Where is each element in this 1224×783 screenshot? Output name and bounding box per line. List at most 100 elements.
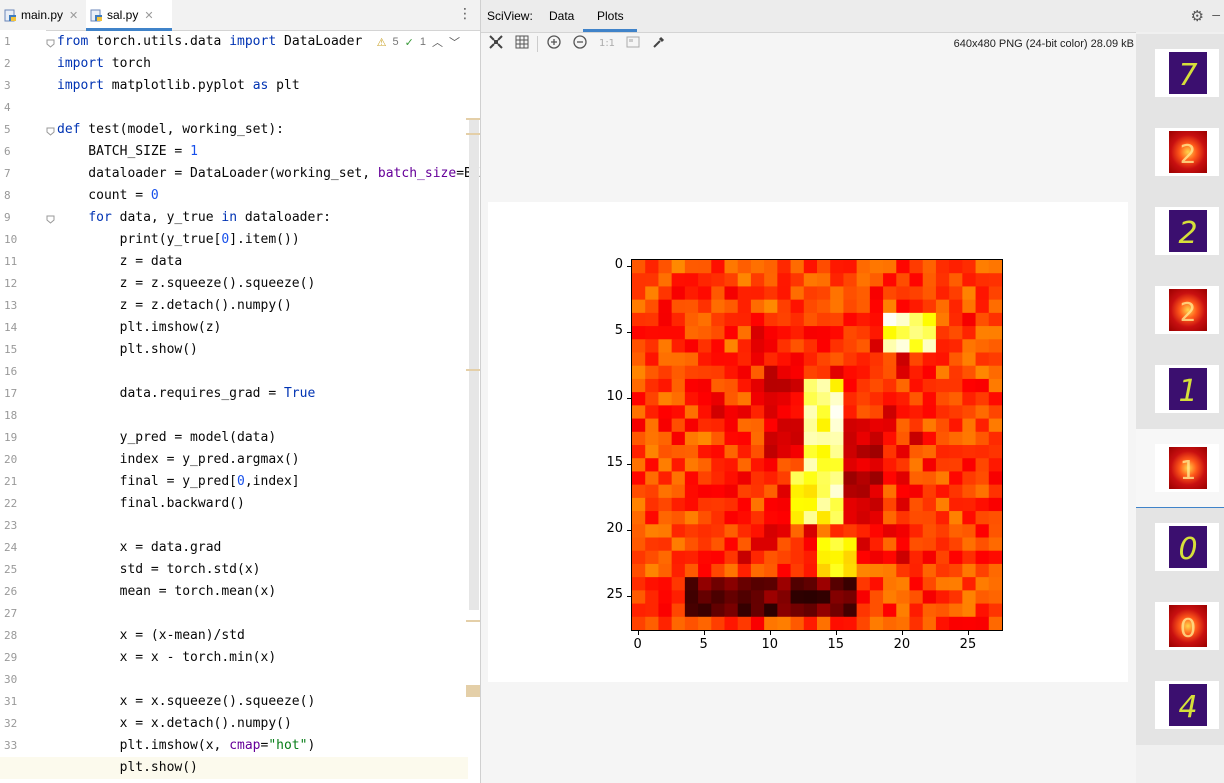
plot-thumbnail[interactable]: 2 [1136, 113, 1224, 192]
code-area[interactable]: from torch.utils.data import DataLoader i… [57, 30, 480, 783]
heatmap-cell [909, 537, 924, 552]
fold-marker-icon[interactable] [46, 125, 55, 136]
fold-marker-icon[interactable] [46, 37, 55, 48]
zoom-in-icon[interactable] [545, 35, 563, 53]
heatmap-cell [684, 365, 699, 380]
heatmap-cell [764, 365, 778, 380]
code-editor[interactable]: main.py ✕ sal.py ✕ ⋮ ⚠ 5 ✓ 1 ︿ ﹀ 1234567… [0, 0, 481, 783]
more-options-icon[interactable]: ⋮ [458, 6, 472, 22]
code-line[interactable]: print(y_true[0].item()) [57, 229, 300, 251]
code-line[interactable]: plt.show() [57, 757, 198, 779]
code-line[interactable]: z = z.squeeze().squeeze() [57, 273, 316, 295]
code-line[interactable]: dataloader = DataLoader(working_set, bat… [57, 163, 480, 185]
heatmap-cell [962, 550, 977, 565]
heatmap-cell [869, 260, 884, 274]
plot-thumbnail[interactable]: 1 [1136, 429, 1224, 510]
background-icon[interactable] [624, 35, 642, 53]
heatmap-cell [724, 418, 739, 433]
y-tick-mark [627, 529, 631, 531]
heatmap-cell [830, 431, 844, 446]
close-icon[interactable]: ✕ [144, 9, 153, 22]
code-line[interactable]: mean = torch.mean(x) [57, 581, 277, 603]
plot-thumbnail[interactable]: 2 [1136, 271, 1224, 350]
code-line[interactable]: index = y_pred.argmax() [57, 449, 300, 471]
plot-thumbnail[interactable]: 4 [1136, 666, 1224, 745]
code-line[interactable]: x = x - torch.min(x) [57, 647, 277, 669]
code-line[interactable]: plt.imshow(z) [57, 317, 222, 339]
minimize-icon[interactable]: – [1212, 6, 1220, 22]
heatmap-cell [777, 524, 792, 538]
plot-thumbnail[interactable]: 7 [1136, 34, 1224, 113]
heatmap-cell [962, 339, 977, 353]
heatmap-cell [658, 563, 673, 578]
heatmap-cell [909, 445, 924, 459]
code-line[interactable]: final = y_pred[0,index] [57, 471, 300, 493]
code-line[interactable]: z = z.detach().numpy() [57, 295, 292, 317]
heatmap-cell [830, 312, 844, 327]
code-line[interactable]: count = 0 [57, 185, 158, 207]
heatmap-cell [750, 577, 765, 591]
heatmap-cell [724, 312, 739, 327]
heatmap-cell [975, 484, 990, 499]
code-line[interactable]: def test(model, working_set): [57, 119, 284, 141]
heatmap-cell [922, 326, 937, 340]
code-line[interactable]: import torch [57, 53, 151, 75]
heatmap-cell [869, 511, 884, 525]
color-picker-icon[interactable] [650, 35, 668, 53]
gear-icon[interactable]: ⚙ [1191, 7, 1204, 25]
heatmap-cell [790, 312, 805, 327]
fit-screen-icon[interactable] [487, 35, 505, 53]
code-line[interactable]: std = torch.std(x) [57, 559, 261, 581]
heatmap-cell [658, 431, 673, 446]
zoom-out-icon[interactable] [571, 35, 589, 53]
vertical-scrollbar[interactable] [469, 120, 479, 610]
code-line[interactable]: BATCH_SIZE = 1 [57, 141, 198, 163]
heatmap-cell [909, 352, 924, 367]
heatmap-cell [962, 405, 977, 420]
heatmap-cell [632, 550, 646, 565]
heatmap-cell [856, 273, 871, 287]
heatmap-cell [645, 378, 659, 393]
code-line[interactable]: y_pred = model(data) [57, 427, 277, 449]
tab-sal-py[interactable]: sal.py ✕ [86, 0, 172, 31]
heatmap-cell [830, 326, 844, 340]
heatmap-cell [803, 286, 818, 301]
code-line[interactable]: z = data [57, 251, 183, 273]
actual-size-icon[interactable]: 1:1 [598, 35, 616, 53]
heatmap-cell [790, 577, 805, 591]
heatmap-cell [988, 418, 1002, 433]
tab-plots[interactable]: Plots [597, 9, 624, 23]
plot-thumbnail[interactable]: 2 [1136, 192, 1224, 271]
heatmap-cell [737, 537, 752, 552]
code-line[interactable]: data.requires_grad = True [57, 383, 316, 405]
plot-thumbnail[interactable]: 0 [1136, 587, 1224, 666]
heatmap-cell [658, 616, 673, 630]
code-line[interactable]: x = x.detach().numpy() [57, 713, 292, 735]
code-line[interactable]: plt.show() [57, 339, 198, 361]
code-line[interactable]: x = (x-mean)/std [57, 625, 245, 647]
plot-thumbnail[interactable]: 0 [1136, 508, 1224, 587]
code-line[interactable]: final.backward() [57, 493, 245, 515]
svg-text:1: 1 [1178, 374, 1197, 409]
code-line[interactable]: x = data.grad [57, 537, 222, 559]
tab-main-py[interactable]: main.py ✕ [0, 0, 84, 30]
code-line[interactable]: from torch.utils.data import DataLoader [57, 31, 362, 53]
code-line[interactable]: x = x.squeeze().squeeze() [57, 691, 316, 713]
heatmap-cell [817, 365, 831, 380]
fold-marker-icon[interactable] [46, 213, 55, 224]
code-line[interactable]: import matplotlib.pyplot as plt [57, 75, 300, 97]
heatmap-cell [896, 524, 910, 538]
code-line[interactable]: plt.imshow(x, cmap="hot") [57, 735, 316, 757]
close-icon[interactable]: ✕ [69, 9, 78, 22]
heatmap-cell [764, 537, 778, 552]
tab-data[interactable]: Data [549, 9, 574, 23]
heatmap-cell [988, 511, 1002, 525]
plot-thumbnail[interactable]: 1 [1136, 350, 1224, 429]
heatmap-cell [896, 326, 910, 340]
code-line[interactable]: for data, y_true in dataloader: [57, 207, 331, 229]
heatmap-cell [883, 590, 897, 605]
heatmap-cell [856, 418, 871, 433]
heatmap-cell [632, 352, 646, 367]
heatmap-cell [698, 590, 712, 605]
grid-icon[interactable] [513, 35, 531, 53]
